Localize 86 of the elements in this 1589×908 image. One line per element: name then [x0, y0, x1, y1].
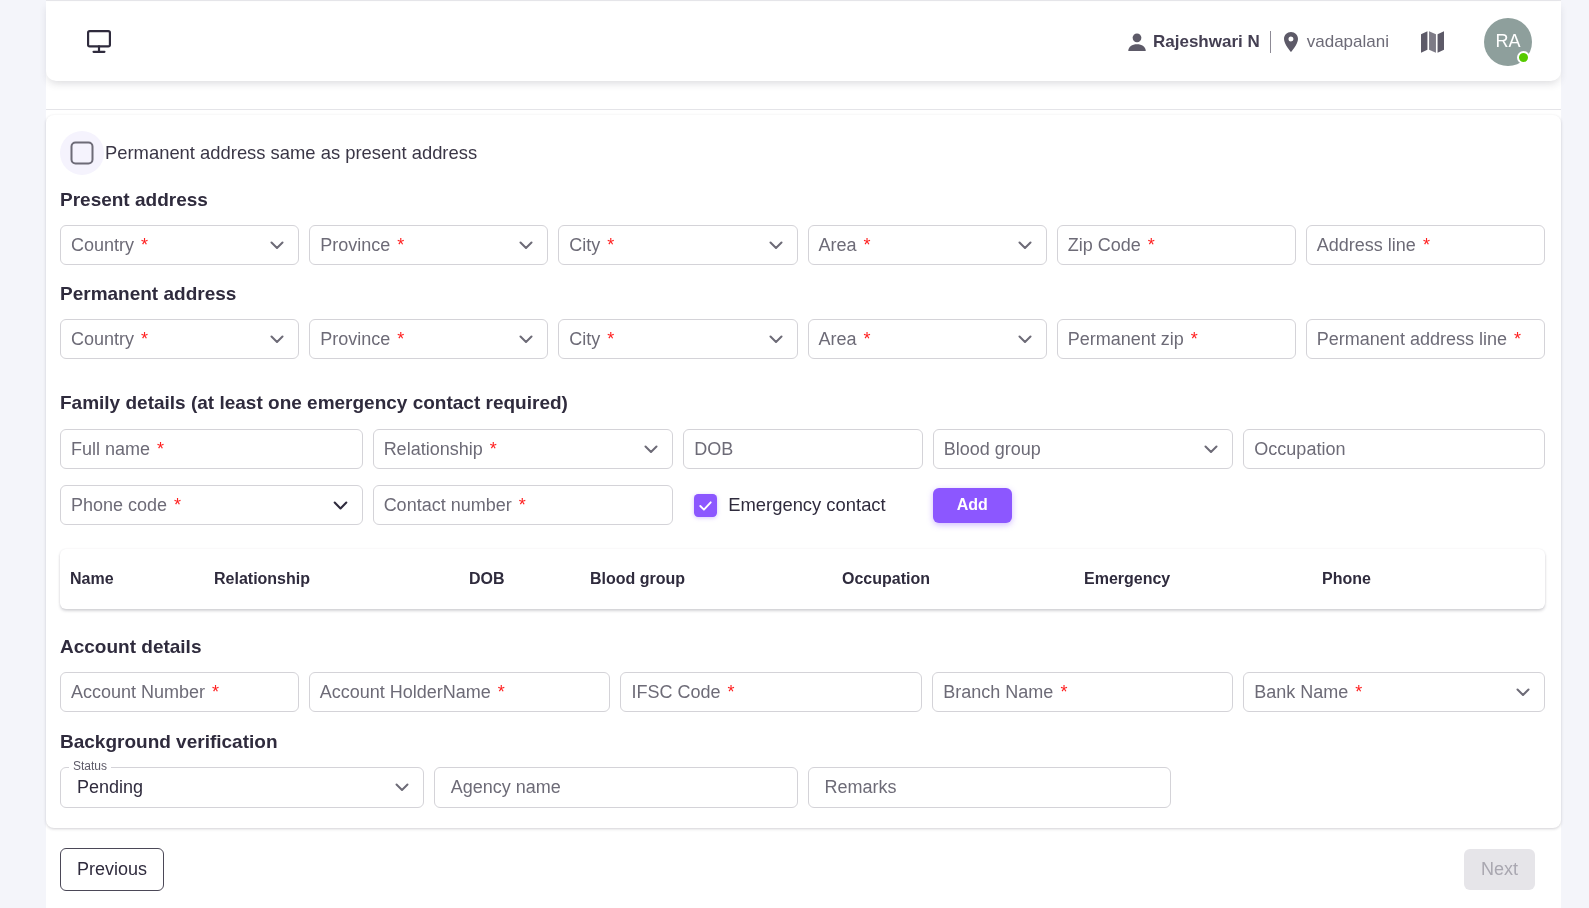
section-heading: Account details [60, 636, 203, 658]
location-pin-icon [1283, 31, 1298, 52]
required-asterisk: * [1147, 234, 1155, 256]
chevron-down-icon [270, 240, 285, 250]
chevron-down-icon [768, 334, 783, 344]
section-heading: Family details (at least one emergency contact required) [60, 392, 569, 414]
column-header: Phone [1321, 570, 1372, 588]
required-asterisk: * [863, 234, 871, 256]
column-header: Name [69, 570, 115, 588]
section-heading: Present address [60, 189, 209, 211]
required-asterisk: * [497, 681, 505, 703]
section-heading: Background verification [60, 731, 279, 753]
dropdown-field[interactable]: Bank Name * [1243, 672, 1545, 712]
required-asterisk: * [212, 681, 220, 703]
required-asterisk: * [1422, 234, 1430, 256]
text-field[interactable]: Remarks [807, 767, 1172, 808]
checkbox[interactable] [694, 493, 718, 517]
checkbox[interactable] [60, 131, 104, 175]
dropdown-field[interactable]: Country * [60, 225, 300, 265]
required-asterisk: * [397, 234, 405, 256]
text-field[interactable]: Account Number * [60, 672, 299, 712]
required-asterisk: * [518, 494, 526, 516]
dropdown-field[interactable]: Area * [807, 225, 1047, 265]
user-icon [1128, 32, 1146, 51]
chevron-down-icon [1017, 334, 1032, 344]
required-asterisk: * [863, 328, 871, 350]
text-field[interactable]: Account HolderName * [308, 672, 611, 712]
checkbox-label[interactable]: Permanent address same as present address [105, 142, 478, 164]
map-icon[interactable] [1421, 30, 1444, 53]
chevron-down-icon [519, 334, 534, 344]
dropdown-field[interactable]: Province * [309, 225, 549, 265]
required-asterisk: * [607, 328, 615, 350]
dropdown-field[interactable]: Relationship * [372, 429, 674, 469]
dropdown-field[interactable]: City * [558, 319, 798, 359]
required-asterisk: * [1060, 681, 1068, 703]
chevron-down-icon [270, 334, 285, 344]
text-field[interactable]: Permanent zip * [1056, 319, 1296, 359]
dropdown-field[interactable]: Country * [60, 319, 300, 359]
monitor-icon[interactable] [87, 30, 111, 53]
dropdown-field[interactable]: Phone code * [60, 485, 363, 525]
column-header: Emergency [1083, 570, 1172, 588]
previous-button[interactable]: Previous [60, 848, 165, 891]
dropdown-field[interactable]: Province * [309, 319, 549, 359]
chevron-down-icon [1017, 240, 1032, 250]
text-field[interactable]: Address line * [1305, 225, 1545, 265]
text-field[interactable]: Permanent address line * [1305, 319, 1545, 359]
text-field[interactable]: Full name * [60, 429, 363, 469]
checkbox-label[interactable]: Emergency contact [728, 494, 886, 516]
avatar[interactable]: RA [1484, 17, 1532, 66]
text-field[interactable]: Occupation [1243, 429, 1545, 469]
chevron-down-icon [768, 240, 783, 250]
required-asterisk: * [141, 234, 149, 256]
chevron-down-icon [394, 783, 409, 792]
text-field[interactable]: IFSC Code * [620, 672, 923, 712]
text-field[interactable]: Agency name [433, 767, 798, 808]
required-asterisk: * [141, 328, 149, 350]
chevron-down-icon [519, 240, 534, 250]
required-asterisk: * [727, 681, 735, 703]
text-field[interactable]: DOB [683, 429, 923, 469]
chevron-down-icon [1204, 444, 1219, 454]
required-asterisk: * [607, 234, 615, 256]
dropdown-field[interactable]: Area * [807, 319, 1047, 359]
section-heading: Permanent address [60, 283, 238, 305]
text-field[interactable]: Contact number * [372, 485, 674, 525]
required-asterisk: * [489, 438, 497, 460]
chevron-down-icon [332, 500, 348, 510]
user-name: Rajeshwari N [1153, 31, 1260, 52]
column-header: Relationship [213, 570, 311, 588]
text-field[interactable]: Zip Code * [1056, 225, 1296, 265]
chevron-down-icon [1516, 687, 1530, 697]
required-asterisk: * [1355, 681, 1363, 703]
dropdown-field[interactable]: Blood group [932, 429, 1234, 469]
location-name: vadapalani [1306, 31, 1389, 52]
required-asterisk: * [397, 328, 405, 350]
required-asterisk: * [174, 494, 182, 516]
column-header: DOB [468, 570, 506, 588]
column-header: Occupation [841, 570, 931, 588]
add-button[interactable]: Add [932, 487, 1012, 523]
chevron-down-icon [644, 444, 659, 454]
text-field[interactable]: Branch Name * [932, 672, 1234, 712]
column-header: Blood group [589, 570, 687, 588]
required-asterisk: * [157, 438, 165, 460]
required-asterisk: * [1190, 328, 1198, 350]
field-label: Status [69, 760, 112, 773]
required-asterisk: * [1513, 328, 1521, 350]
dropdown-field[interactable]: City * [558, 225, 798, 265]
